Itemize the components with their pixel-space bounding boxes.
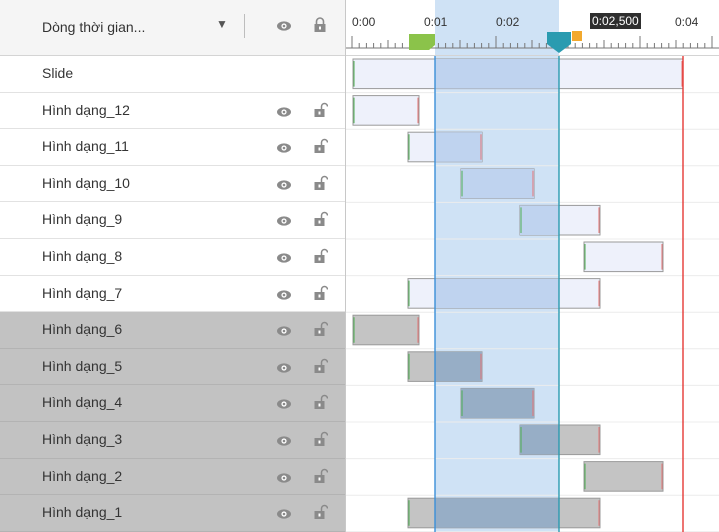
tick-label: 0:04: [675, 15, 699, 29]
duration-bar: [583, 461, 664, 492]
eye-icon[interactable]: [276, 105, 292, 123]
unlock-icon[interactable]: [314, 285, 329, 306]
eye-icon[interactable]: [276, 507, 292, 525]
layer-row[interactable]: Hình dạng_1: [0, 495, 345, 532]
tick-label: 0:00: [352, 15, 376, 29]
bar-selection-overlap: [520, 425, 559, 455]
unlock-icon[interactable]: [314, 321, 329, 342]
bar-selection-overlap: [461, 388, 534, 418]
timeline-panel: Dòng thời gian... ▼ Slide Hình dạng_12 Hìn…: [0, 0, 719, 532]
unlock-icon[interactable]: [314, 102, 329, 123]
layer-row[interactable]: Hình dạng_7: [0, 275, 345, 313]
layer-name: Hình dạng_12: [42, 101, 130, 118]
eye-icon[interactable]: [276, 19, 292, 37]
unlock-icon[interactable]: [314, 211, 329, 232]
current-time-tooltip: 0:02,500: [590, 13, 641, 29]
layer-name: Hình dạng_5: [42, 357, 123, 374]
timeline-title: Dòng thời gian...: [42, 19, 146, 35]
bar-selection-overlap: [435, 59, 559, 89]
layer-row[interactable]: Hình dạng_10: [0, 165, 345, 203]
layer-row[interactable]: Hình dạng_5: [0, 348, 345, 386]
unlock-icon[interactable]: [314, 358, 329, 379]
lock-icon[interactable]: [313, 17, 327, 38]
layer-name: Hình dạng_7: [42, 284, 123, 301]
eye-icon[interactable]: [276, 141, 292, 159]
layer-row[interactable]: Slide: [0, 56, 345, 93]
eye-icon[interactable]: [276, 324, 292, 342]
layer-name: Hình dạng_8: [42, 247, 123, 264]
layer-name: Hình dạng_4: [42, 394, 123, 411]
unlock-icon[interactable]: [314, 468, 329, 489]
eye-icon[interactable]: [276, 288, 292, 306]
layer-name: Hình dạng_3: [42, 430, 123, 447]
eye-icon[interactable]: [276, 251, 292, 269]
eye-icon[interactable]: [276, 361, 292, 379]
layer-name: Hình dạng_10: [42, 174, 130, 191]
bar-selection-overlap: [435, 351, 482, 382]
layer-name: Hình dạng_6: [42, 321, 123, 338]
layer-name: Hình dạng_11: [42, 138, 129, 155]
tick-label: 0:02: [496, 15, 520, 29]
bar-selection-overlap: [435, 498, 559, 528]
bar-selection-overlap: [461, 168, 534, 199]
caret-down-icon[interactable]: ▼: [216, 17, 228, 31]
layer-list-header: Dòng thời gian... ▼: [0, 0, 345, 56]
eye-icon[interactable]: [276, 178, 292, 196]
end-marker: [572, 31, 582, 41]
unlock-icon[interactable]: [314, 504, 329, 525]
duration-bar: [352, 314, 420, 346]
layer-row[interactable]: Hình dạng_4: [0, 385, 345, 422]
header-divider: [244, 14, 245, 38]
start-marker: [409, 34, 435, 50]
bar-selection-overlap: [435, 132, 482, 162]
unlock-icon[interactable]: [314, 248, 329, 269]
layer-name: Hình dạng_9: [42, 211, 123, 228]
layer-row[interactable]: Hình dạng_2: [0, 458, 345, 496]
layer-row[interactable]: Hình dạng_3: [0, 421, 345, 459]
layer-list: Slide Hình dạng_12 Hình dạng_11 Hình dạng_1…: [0, 56, 345, 532]
duration-bar: [352, 95, 420, 126]
bar-selection-overlap: [435, 278, 559, 309]
layer-name: Slide: [42, 65, 74, 81]
unlock-icon[interactable]: [314, 175, 329, 196]
tick-label: 0:01: [424, 15, 448, 29]
layer-row[interactable]: Hình dạng_11: [0, 129, 345, 166]
eye-icon[interactable]: [276, 214, 292, 232]
unlock-icon[interactable]: [314, 431, 329, 452]
ruler-graphics: [346, 0, 719, 55]
layer-name: Hình dạng_1: [42, 504, 123, 521]
eye-icon[interactable]: [276, 434, 292, 452]
layer-row[interactable]: Hình dạng_8: [0, 238, 345, 276]
eye-icon[interactable]: [276, 471, 292, 489]
timeline-graphics: [346, 56, 719, 532]
eye-icon[interactable]: [276, 397, 292, 415]
time-ruler[interactable]: 0:00 0:01 0:02 0:04 0:02,500: [346, 0, 719, 56]
duration-bar: [583, 241, 664, 273]
layer-row[interactable]: Hình dạng_12: [0, 92, 345, 130]
layer-row[interactable]: Hình dạng_6: [0, 312, 345, 349]
timeline-tracks[interactable]: [346, 56, 719, 532]
bar-selection-overlap: [520, 205, 559, 235]
layer-row[interactable]: Hình dạng_9: [0, 202, 345, 239]
unlock-icon[interactable]: [314, 138, 329, 159]
layer-name: Hình dạng_2: [42, 467, 123, 484]
unlock-icon[interactable]: [314, 394, 329, 415]
